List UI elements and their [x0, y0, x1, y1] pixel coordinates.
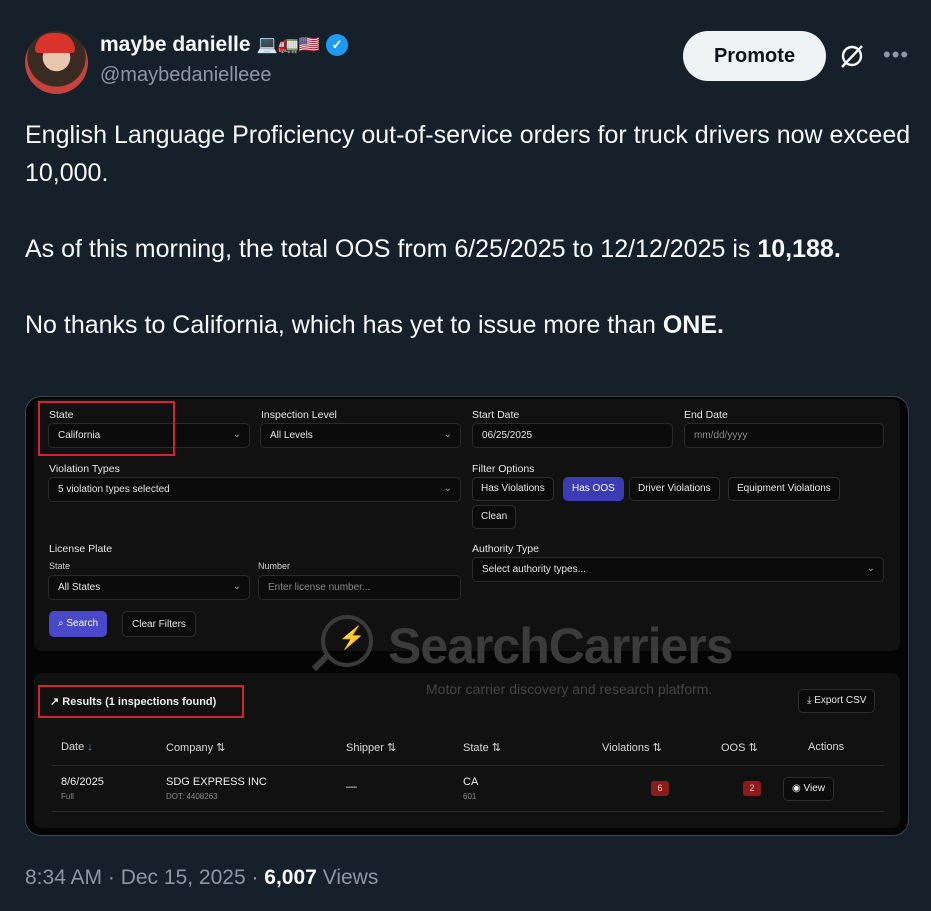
col-state[interactable]: State ⇅	[463, 741, 501, 754]
chevron-down-icon: ⌄	[232, 429, 241, 440]
tweet-para-2: As of this morning, the total OOS from 6…	[25, 235, 841, 263]
results-highlight	[38, 685, 244, 718]
timestamp[interactable]: 8:34 AM · Dec 15, 2025 ·	[25, 866, 264, 889]
oos-badge: 2	[743, 781, 761, 796]
verified-badge-icon[interactable]: ✓	[326, 34, 349, 56]
filter-has-violations[interactable]: Has Violations	[472, 477, 554, 501]
plate-state-label: State	[49, 561, 71, 571]
filter-has-oos[interactable]: Has OOS	[563, 477, 624, 501]
search-button[interactable]: ⌕ Search	[49, 611, 108, 637]
col-company[interactable]: Company ⇅	[166, 741, 225, 754]
row-level: Full	[61, 792, 74, 801]
tweet-image[interactable]: State California ⌄ Inspection Level All L…	[25, 396, 909, 836]
row-divider	[52, 811, 884, 812]
bolt-icon: ⚡	[338, 625, 366, 650]
chevron-down-icon: ⌄	[443, 483, 452, 494]
row-dot: DOT: 4408263	[166, 792, 218, 801]
row-date: 8/6/2025	[61, 776, 104, 788]
end-date-input[interactable]: mm/dd/yyyy	[684, 423, 884, 448]
filter-driver-violations[interactable]: Driver Violations	[629, 477, 720, 501]
inspection-label: Inspection Level	[261, 409, 337, 421]
avatar[interactable]	[25, 31, 88, 94]
tweet-para-1: English Language Proficiency out-of-serv…	[25, 121, 911, 187]
filter-equipment-violations[interactable]: Equipment Violations	[728, 477, 840, 501]
row-shipper: —	[346, 781, 357, 793]
views-label: Views	[316, 866, 379, 889]
state-highlight	[38, 401, 175, 456]
violations-badge: 6	[651, 781, 669, 796]
plate-number-label: Number	[258, 561, 291, 571]
chevron-down-icon: ⌄	[443, 429, 452, 440]
eye-icon: ◉	[792, 783, 804, 794]
slash-circle-icon[interactable]	[838, 42, 866, 70]
plate-state-select[interactable]: All States ⌄	[48, 575, 250, 600]
author-name-row: maybe danielle 💻🚛🇺🇸 ✓	[100, 33, 349, 57]
license-plate-label: License Plate	[49, 543, 113, 555]
col-date[interactable]: Date ↓	[61, 741, 93, 753]
name-emoji: 💻🚛🇺🇸	[256, 35, 321, 54]
end-date-label: End Date	[684, 409, 728, 421]
violation-types-select[interactable]: 5 violation types selected ⌄	[48, 477, 461, 502]
row-state: CA	[463, 776, 479, 788]
filter-clean[interactable]: Clean	[472, 505, 517, 529]
inspection-select[interactable]: All Levels ⌄	[260, 423, 461, 448]
col-violations[interactable]: Violations ⇅	[602, 741, 662, 754]
filter-options-label: Filter Options	[472, 463, 535, 475]
col-oos[interactable]: OOS ⇅	[721, 741, 758, 754]
tweet-text: English Language Proficiency out-of-serv…	[25, 116, 915, 382]
view-button[interactable]: ◉ View	[783, 777, 835, 801]
tweet-para-3: No thanks to California, which has yet t…	[25, 311, 724, 339]
start-date-input[interactable]: 06/25/2025	[472, 423, 673, 448]
plate-number-input[interactable]: Enter license number...	[258, 575, 461, 600]
clear-filters-button[interactable]: Clear Filters	[122, 611, 196, 637]
col-actions: Actions	[808, 741, 845, 753]
row-state-sub: 601	[463, 792, 477, 801]
watermark-tagline: Motor carrier discovery and research pla…	[426, 681, 713, 697]
promote-button[interactable]: Promote	[683, 31, 826, 81]
start-date-label: Start Date	[472, 409, 520, 421]
tweet-meta: 8:34 AM · Dec 15, 2025 · 6,007 Views	[25, 866, 378, 890]
row-company[interactable]: SDG EXPRESS INC	[166, 776, 267, 788]
col-shipper[interactable]: Shipper ⇅	[346, 741, 396, 754]
header-divider	[52, 765, 884, 766]
authority-type-select[interactable]: Select authority types... ⌄	[472, 557, 884, 582]
chevron-down-icon: ⌄	[232, 581, 241, 592]
export-csv-button[interactable]: ⤓ Export CSV	[798, 689, 876, 713]
more-icon[interactable]: •••	[883, 42, 909, 68]
handle[interactable]: @maybedanielleee	[100, 64, 272, 87]
watermark-title: SearchCarriers	[388, 618, 734, 674]
violation-types-label: Violation Types	[49, 463, 120, 475]
views-count: 6,007	[264, 866, 317, 889]
authority-type-label: Authority Type	[472, 543, 539, 555]
display-name[interactable]: maybe danielle	[100, 33, 251, 57]
chevron-down-icon: ⌄	[866, 563, 875, 574]
